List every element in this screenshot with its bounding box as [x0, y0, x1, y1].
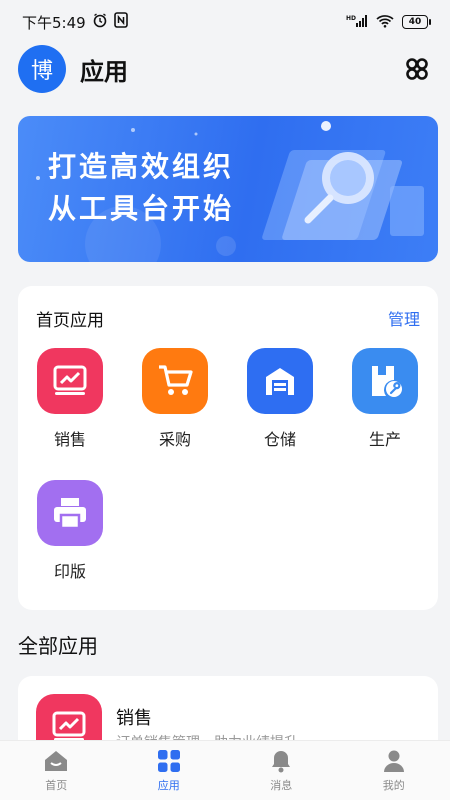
- tab-home[interactable]: 首页: [0, 741, 113, 800]
- signal-icon: HD: [346, 14, 368, 31]
- app-label: 印版: [53, 562, 86, 581]
- app-label: 仓储: [263, 430, 296, 449]
- alarm-icon: [92, 12, 108, 32]
- apps-icon: [157, 750, 180, 772]
- user-icon: [383, 750, 404, 772]
- page-title: 应用: [80, 57, 128, 86]
- home-icon: [45, 751, 68, 771]
- app-production[interactable]: 生产: [335, 348, 435, 450]
- tab-profile[interactable]: 我的: [338, 741, 450, 800]
- list-item-name: 销售: [116, 708, 152, 729]
- tab-messages[interactable]: 消息: [225, 741, 338, 800]
- status-bar: 下午5:49 HD 40: [0, 0, 450, 44]
- tab-label: 首页: [45, 779, 68, 792]
- app-label: 采购: [158, 430, 191, 449]
- tab-label: 应用: [157, 779, 180, 792]
- chart-icon: [37, 348, 103, 414]
- banner-text: 打造高效组织 从工具台开始: [48, 146, 234, 230]
- tab-apps[interactable]: 应用: [113, 741, 226, 800]
- avatar[interactable]: 博: [18, 45, 66, 93]
- banner-line2: 从工具台开始: [48, 192, 235, 225]
- home-apps-title: 首页应用: [36, 311, 104, 331]
- tab-label: 我的: [382, 779, 405, 792]
- home-apps-card: 首页应用 管理 销售 采购 仓储 生产 印版: [18, 286, 438, 610]
- wifi-icon: [376, 14, 394, 31]
- banner-line1: 打造高效组织: [48, 150, 235, 183]
- app-printing-plate[interactable]: 印版: [20, 480, 120, 582]
- grid-menu-icon[interactable]: [402, 54, 432, 84]
- warehouse-icon: [247, 348, 313, 414]
- app-label: 销售: [53, 430, 86, 449]
- manage-button[interactable]: 管理: [388, 306, 420, 330]
- status-time: 下午5:49: [22, 13, 86, 32]
- app-label: 生产: [368, 430, 401, 449]
- printer-icon: [37, 480, 103, 546]
- app-sales[interactable]: 销售: [20, 348, 120, 450]
- app-warehouse[interactable]: 仓储: [230, 348, 330, 450]
- bottom-tab-bar: 首页 应用 消息 我的: [0, 740, 450, 800]
- tab-label: 消息: [270, 779, 293, 792]
- svg-text:HD: HD: [346, 15, 356, 22]
- cart-icon: [142, 348, 208, 414]
- battery-icon: 40: [402, 15, 431, 29]
- nfc-icon: [113, 12, 128, 32]
- app-header: 博 应用: [0, 44, 450, 94]
- promo-banner[interactable]: 打造高效组织 从工具台开始: [18, 116, 438, 262]
- bell-icon: [272, 751, 291, 773]
- app-purchase[interactable]: 采购: [125, 348, 225, 450]
- all-apps-title: 全部应用: [18, 634, 98, 658]
- production-icon: [352, 348, 418, 414]
